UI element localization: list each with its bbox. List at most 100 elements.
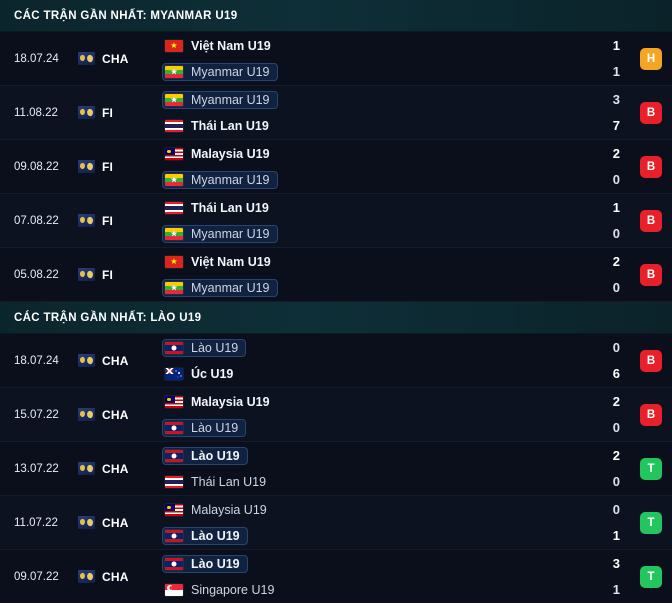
result-badge[interactable]: B (640, 349, 662, 372)
team-chip[interactable]: Malaysia U19 (162, 501, 275, 519)
result-badge[interactable]: B (640, 263, 662, 286)
section-header: CÁC TRẬN GẦN NHẤT: MYANMAR U19 (0, 0, 672, 32)
result-badge-cell: B (630, 86, 672, 139)
team-chip[interactable]: Thái Lan U19 (162, 199, 277, 217)
competition-cell[interactable]: CHA (78, 32, 156, 85)
teams-cell: Malaysia U19 Lào U19 (156, 388, 566, 441)
recent-matches-panel: CÁC TRẬN GẦN NHẤT: MYANMAR U19 18.07.24 CH… (0, 0, 672, 603)
team-name: Thái Lan U19 (191, 474, 267, 489)
match-row[interactable]: 15.07.22 CHA Malaysia U19 Lào U19 2 0 B (0, 388, 672, 442)
competition-cell[interactable]: FI (78, 194, 156, 247)
team-chip[interactable]: Việt Nam U19 (162, 37, 279, 55)
scores-cell: 01 (566, 496, 630, 549)
match-row[interactable]: 13.07.22 CHA Lào U19 Thái Lan U19 2 0 T (0, 442, 672, 496)
team-line: Singapore U19 (162, 581, 566, 599)
team-line: Myanmar U19 (162, 170, 566, 189)
team-chip[interactable]: Lào U19 (162, 418, 247, 437)
team-chip[interactable]: Myanmar U19 (162, 224, 278, 243)
away-score: 7 (612, 117, 620, 133)
flag-icon-th (165, 475, 183, 488)
team-chip[interactable]: Thái Lan U19 (162, 117, 277, 135)
competition-cell[interactable]: FI (78, 86, 156, 139)
match-row[interactable]: 18.07.24CHAViệt Nam U19Myanmar U1911H (0, 32, 672, 86)
team-chip[interactable]: Úc U19 (162, 365, 241, 383)
match-row[interactable]: 11.08.22FIMyanmar U19Thái Lan U1937B (0, 86, 672, 140)
team-chip[interactable]: Việt Nam U19 (162, 253, 279, 271)
flag-icon-mm (165, 65, 183, 78)
match-row[interactable]: 11.07.22 CHA Malaysia U19 Lào U19 0 1 T (0, 496, 672, 550)
result-badge[interactable]: T (640, 511, 662, 534)
flag-icon-mm (165, 227, 183, 240)
flag-icon-la (165, 341, 183, 354)
result-badge-cell: T (630, 442, 672, 495)
team-chip[interactable]: Lào U19 (162, 554, 248, 573)
scores-cell: 20 (566, 140, 630, 193)
result-badge-cell: T (630, 496, 672, 549)
competition-cell[interactable]: CHA (78, 550, 156, 603)
team-chip[interactable]: Thái Lan U19 (162, 473, 274, 491)
team-line: Lào U19 (162, 554, 566, 573)
team-line: Malaysia U19 (162, 393, 566, 411)
home-score: 2 (612, 393, 620, 409)
flag-icon-my (165, 147, 183, 160)
result-badge[interactable]: H (640, 47, 662, 70)
teams-cell: Lào U19 Thái Lan U19 (156, 442, 566, 495)
team-chip[interactable]: Myanmar U19 (162, 62, 278, 81)
home-score: 2 (612, 447, 620, 463)
team-line: Myanmar U19 (162, 224, 566, 243)
teams-cell: Malaysia U19 Myanmar U19 (156, 140, 566, 193)
flag-icon-mm (165, 173, 183, 186)
team-line: Myanmar U19 (162, 90, 566, 109)
match-row[interactable]: 09.07.22 CHA Lào U19 Singapore U19 3 1 T (0, 550, 672, 603)
match-row[interactable]: 05.08.22FIViệt Nam U19Myanmar U1920B (0, 248, 672, 302)
world-cup-qualifier-icon (78, 462, 95, 475)
scores-cell: 11 (566, 32, 630, 85)
team-line: Thái Lan U19 (162, 117, 566, 135)
world-cup-qualifier-icon (78, 354, 95, 367)
competition-cell[interactable]: FI (78, 248, 156, 301)
competition-cell[interactable]: CHA (78, 442, 156, 495)
result-badge-cell: B (630, 334, 672, 387)
match-date-cell: 13.07.22 (0, 442, 78, 495)
scores-cell: 10 (566, 194, 630, 247)
match-row[interactable]: 07.08.22FIThái Lan U19Myanmar U1910B (0, 194, 672, 248)
home-score: 2 (612, 145, 620, 161)
flag-icon-my (165, 503, 183, 516)
team-chip[interactable]: Lào U19 (162, 338, 247, 357)
competition-cell[interactable]: CHA (78, 496, 156, 549)
competition-cell[interactable]: FI (78, 140, 156, 193)
team-line: Lào U19 (162, 526, 566, 545)
result-badge-cell: B (630, 248, 672, 301)
teams-cell: Lào U19 Úc U19 (156, 334, 566, 387)
match-date: 09.07.22 (14, 570, 59, 583)
team-chip[interactable]: Malaysia U19 (162, 145, 278, 163)
away-score: 0 (612, 473, 620, 489)
competition-label: CHA (102, 407, 129, 422)
match-date-cell: 11.08.22 (0, 86, 78, 139)
team-chip[interactable]: Malaysia U19 (162, 393, 278, 411)
result-badge[interactable]: B (640, 101, 662, 124)
away-score: 6 (612, 365, 620, 381)
result-badge[interactable]: B (640, 209, 662, 232)
match-row[interactable]: 09.08.22FIMalaysia U19Myanmar U1920B (0, 140, 672, 194)
team-chip[interactable]: Lào U19 (162, 446, 248, 465)
team-line: Việt Nam U19 (162, 253, 566, 271)
competition-cell[interactable]: CHA (78, 334, 156, 387)
team-chip[interactable]: Singapore U19 (162, 581, 282, 599)
flag-icon-la (165, 449, 183, 462)
result-badge[interactable]: T (640, 565, 662, 588)
team-chip[interactable]: Myanmar U19 (162, 278, 278, 297)
competition-cell[interactable]: CHA (78, 388, 156, 441)
match-row[interactable]: 18.07.24 CHA Lào U19 Úc U19 0 6 B (0, 334, 672, 388)
team-chip[interactable]: Lào U19 (162, 526, 248, 545)
match-date: 13.07.22 (14, 462, 59, 475)
team-name: Lào U19 (191, 528, 240, 543)
result-badge[interactable]: B (640, 155, 662, 178)
result-badge[interactable]: T (640, 457, 662, 480)
flag-icon-sg (165, 583, 183, 596)
result-badge[interactable]: B (640, 403, 662, 426)
team-name: Singapore U19 (191, 582, 275, 597)
team-chip[interactable]: Myanmar U19 (162, 90, 278, 109)
team-chip[interactable]: Myanmar U19 (162, 170, 278, 189)
away-score: 1 (612, 63, 620, 79)
